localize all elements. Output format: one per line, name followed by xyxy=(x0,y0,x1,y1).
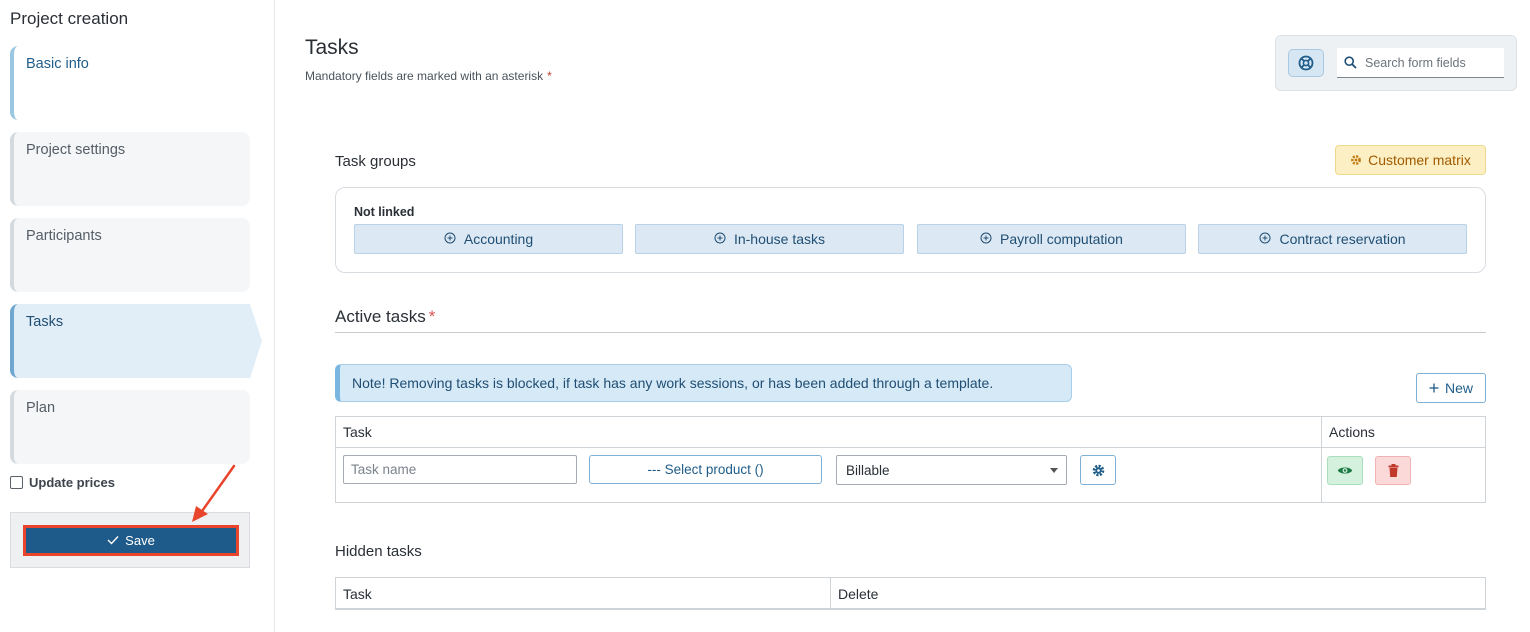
check-icon xyxy=(107,533,119,548)
step-label: Basic info xyxy=(26,56,89,72)
view-task-button[interactable] xyxy=(1327,456,1363,485)
eye-icon xyxy=(1337,467,1353,474)
customer-matrix-button[interactable]: Customer matrix xyxy=(1335,145,1486,175)
group-chip-label: Accounting xyxy=(463,231,534,247)
group-chip-contract-reservation[interactable]: Contract reservation xyxy=(1198,224,1467,254)
step-label: Plan xyxy=(26,400,56,416)
plus-circle-icon xyxy=(444,231,456,247)
column-header-actions: Actions xyxy=(1322,417,1485,448)
search-icon xyxy=(1344,56,1357,69)
sidebar-title: Project creation xyxy=(10,9,129,28)
group-chip-accounting[interactable]: Accounting xyxy=(354,224,623,254)
trash-icon xyxy=(1388,464,1398,477)
column-divider xyxy=(830,578,831,609)
save-button[interactable]: Save xyxy=(23,525,239,556)
required-star: * xyxy=(428,307,436,326)
hidden-tasks-table: Task Delete xyxy=(335,577,1486,610)
save-label: Save xyxy=(125,533,155,548)
column-header-task: Task xyxy=(336,417,1321,448)
search-field[interactable] xyxy=(1337,48,1504,78)
update-prices-label: Update prices xyxy=(29,475,115,490)
page-title: Tasks xyxy=(305,36,359,59)
task-name-input[interactable] xyxy=(343,455,577,484)
save-panel: Save xyxy=(10,512,250,568)
mandatory-note: Mandatory fields are marked with an aste… xyxy=(305,69,552,83)
step-participants[interactable]: Participants xyxy=(10,218,250,292)
lifebuoy-icon xyxy=(1298,55,1314,71)
search-input[interactable] xyxy=(1365,55,1495,70)
hidden-tasks-label: Hidden tasks xyxy=(335,543,422,560)
new-button-label: New xyxy=(1444,380,1473,396)
column-divider xyxy=(1321,417,1322,502)
plus-circle-icon xyxy=(980,231,992,247)
task-settings-button[interactable] xyxy=(1080,455,1116,485)
mandatory-star: * xyxy=(547,69,552,83)
search-panel xyxy=(1275,35,1517,91)
step-label: Participants xyxy=(26,228,102,244)
task-groups-panel: Not linked Accounting In-house tasks Pay… xyxy=(335,187,1486,273)
not-linked-label: Not linked xyxy=(354,205,415,219)
delete-task-button[interactable] xyxy=(1375,456,1411,485)
step-project-settings[interactable]: Project settings xyxy=(10,132,250,206)
gear-icon xyxy=(1092,464,1104,476)
group-chip-in-house-tasks[interactable]: In-house tasks xyxy=(635,224,904,254)
select-product-button[interactable]: --- Select product () xyxy=(589,455,822,484)
step-plan[interactable]: Plan xyxy=(10,390,250,464)
help-button[interactable] xyxy=(1288,49,1324,77)
step-label: Tasks xyxy=(26,314,64,330)
group-chip-label: Payroll computation xyxy=(1000,231,1123,247)
plus-icon xyxy=(1429,380,1439,396)
active-tasks-table: Task Actions --- Select product () Billa… xyxy=(335,416,1486,503)
update-prices-checkbox[interactable] xyxy=(10,476,23,489)
active-tasks-label: Active tasks xyxy=(335,307,426,326)
new-task-button[interactable]: New xyxy=(1416,373,1486,403)
gear-icon xyxy=(1351,155,1362,165)
step-tasks[interactable]: Tasks xyxy=(10,304,262,378)
sidebar: Project creation Basic info Project sett… xyxy=(0,0,275,632)
column-header-task: Task xyxy=(343,585,372,602)
column-header-delete: Delete xyxy=(838,585,879,602)
billing-type-select[interactable]: Billable xyxy=(836,455,1067,485)
plus-circle-icon xyxy=(1259,231,1271,247)
group-chip-payroll-computation[interactable]: Payroll computation xyxy=(917,224,1186,254)
customer-matrix-label: Customer matrix xyxy=(1368,152,1471,168)
update-prices-option[interactable]: Update prices xyxy=(10,475,115,490)
chevron-down-icon xyxy=(1050,468,1058,473)
info-note: Note! Removing tasks is blocked, if task… xyxy=(335,364,1072,402)
active-tasks-heading: Active tasks * xyxy=(335,307,435,327)
plus-circle-icon xyxy=(714,231,726,247)
step-label: Project settings xyxy=(26,142,126,158)
group-chip-label: Contract reservation xyxy=(1279,231,1406,247)
group-chip-label: In-house tasks xyxy=(733,231,826,247)
step-basic-info[interactable]: Basic info xyxy=(10,46,250,120)
section-divider xyxy=(335,332,1486,333)
mandatory-note-text: Mandatory fields are marked with an aste… xyxy=(305,69,544,83)
task-groups-label: Task groups xyxy=(335,153,416,170)
billing-type-value: Billable xyxy=(846,462,890,478)
